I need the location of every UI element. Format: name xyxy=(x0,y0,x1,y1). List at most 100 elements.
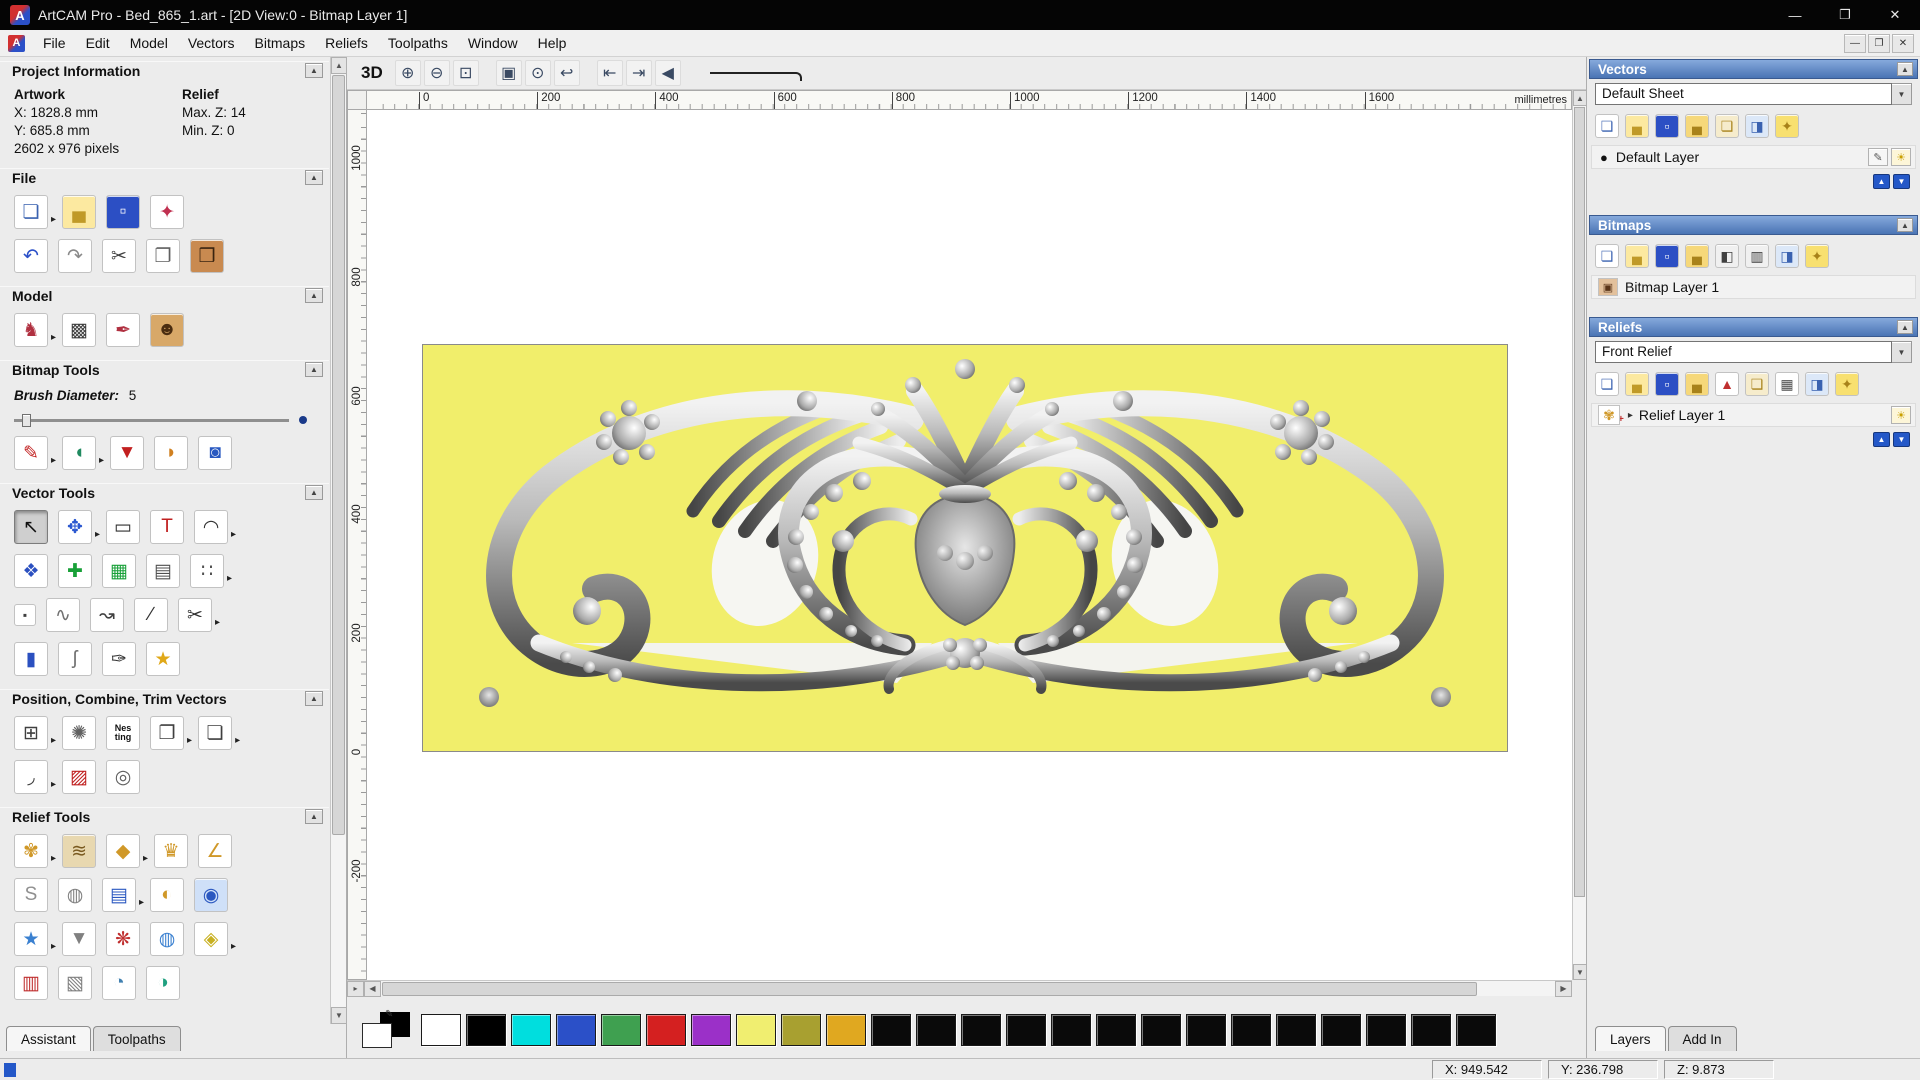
sculpt-model-icon[interactable]: ✒ xyxy=(106,313,141,347)
collapse-button[interactable]: ▲ xyxy=(1897,218,1913,232)
scroll-down-button[interactable]: ▼ xyxy=(1573,964,1587,980)
undo-icon[interactable]: ↶ xyxy=(14,239,48,273)
collapse-button[interactable]: ▲ xyxy=(305,691,323,706)
text-panel-icon[interactable]: ▦ xyxy=(102,554,136,588)
edit-layer-icon[interactable]: ✎ xyxy=(1868,148,1888,166)
scroll-up-button[interactable]: ▲ xyxy=(331,57,347,74)
zoom-out-button[interactable]: ⊖ xyxy=(423,60,450,86)
vector-layer-row[interactable]: ● Default Layer ✎ ☀ xyxy=(1591,145,1916,169)
load-relief-icon[interactable]: ♞ xyxy=(14,313,48,347)
scroll-left-button[interactable]: ◀ xyxy=(364,980,381,997)
angled-plane-icon[interactable]: ∠ xyxy=(198,834,233,868)
palette-swatch-15[interactable] xyxy=(1096,1014,1136,1046)
block-copy-flyout[interactable]: ▸ xyxy=(187,735,192,746)
palette-swatch-20[interactable] xyxy=(1321,1014,1361,1046)
view-3d-button[interactable]: 3D xyxy=(361,63,383,83)
bitmap-contrast-icon[interactable]: ◧ xyxy=(1715,244,1739,268)
paste-icon[interactable]: ❒ xyxy=(190,239,224,273)
menu-bitmaps[interactable]: Bitmaps xyxy=(245,30,316,57)
collapse-button[interactable]: ▲ xyxy=(305,809,323,824)
relief-dropdown[interactable]: Front Relief ▼ xyxy=(1595,341,1912,363)
node-editing-flyout[interactable]: ▸ xyxy=(215,617,220,628)
star-wizard-icon[interactable]: ★ xyxy=(14,922,48,956)
scrollbar-thumb[interactable] xyxy=(382,981,1477,996)
clear-relief-layer-icon[interactable]: ◨ xyxy=(1805,372,1829,396)
save-vector-layer-icon[interactable]: ▫ xyxy=(1655,114,1679,138)
align-vectors-flyout[interactable]: ▸ xyxy=(51,735,56,746)
open-bitmap-file-icon[interactable]: ▄ xyxy=(1625,244,1649,268)
layer-colour-dot[interactable]: ● xyxy=(1600,150,1608,165)
tab-layers[interactable]: Layers xyxy=(1595,1026,1666,1051)
new-model-flyout[interactable]: ▸ xyxy=(51,214,56,225)
vector-wizard-icon[interactable]: ★ xyxy=(146,642,180,676)
circular-copy-icon[interactable]: ✺ xyxy=(62,716,97,750)
new-model-icon[interactable]: ❏ xyxy=(14,195,48,229)
texture-relief-icon[interactable]: ♛ xyxy=(154,834,189,868)
palette-swatch-7[interactable] xyxy=(736,1014,776,1046)
point-tool-icon[interactable]: ▪ xyxy=(14,604,36,626)
weld-vectors-icon[interactable]: ▨ xyxy=(62,760,97,794)
menu-toolpaths[interactable]: Toolpaths xyxy=(378,30,458,57)
palette-swatch-9[interactable] xyxy=(826,1014,866,1046)
merge-bitmap-layers-icon[interactable]: ✦ xyxy=(1805,244,1829,268)
menu-vectors[interactable]: Vectors xyxy=(178,30,245,57)
snap-points-icon[interactable]: ∷ xyxy=(190,554,224,588)
snap-points-flyout[interactable]: ▸ xyxy=(227,573,232,584)
palette-swatch-21[interactable] xyxy=(1366,1014,1406,1046)
palette-swatch-22[interactable] xyxy=(1411,1014,1451,1046)
trim-vectors-flyout[interactable]: ▸ xyxy=(51,779,56,790)
palette-swatch-11[interactable] xyxy=(916,1014,956,1046)
slider-handle[interactable] xyxy=(22,414,31,427)
mdi-close-button[interactable]: ✕ xyxy=(1892,33,1914,53)
relief-sheet-icon[interactable]: ❏ xyxy=(1745,372,1769,396)
align-vectors-icon[interactable]: ⊞ xyxy=(14,716,48,750)
palette-swatch-18[interactable] xyxy=(1231,1014,1271,1046)
import-vectors-icon[interactable]: ▄ xyxy=(1685,114,1709,138)
dropdown-arrow-icon[interactable]: ▼ xyxy=(1892,341,1912,363)
flood-fill-flyout[interactable]: ▸ xyxy=(99,455,104,466)
primary-colour-swatch[interactable] xyxy=(362,1023,392,1048)
palette-swatch-6[interactable] xyxy=(691,1014,731,1046)
bitmap-layer-row[interactable]: ▣ Bitmap Layer 1 xyxy=(1591,275,1916,299)
menu-help[interactable]: Help xyxy=(528,30,577,57)
grid-tool-icon[interactable]: ▤ xyxy=(146,554,180,588)
palette-swatch-8[interactable] xyxy=(781,1014,821,1046)
layer-visibility-icon[interactable]: ☀ xyxy=(1891,406,1911,424)
vector-layer-name[interactable]: Default Layer xyxy=(1616,149,1868,165)
load-relief-flyout[interactable]: ▸ xyxy=(51,332,56,343)
paint-brush-icon[interactable]: ✎ xyxy=(14,436,48,470)
weave-wizard-icon[interactable]: ◍ xyxy=(58,878,92,912)
sculpt-relief-icon[interactable]: S xyxy=(14,878,48,912)
palette-swatch-19[interactable] xyxy=(1276,1014,1316,1046)
dropdown-arrow-icon[interactable]: ▼ xyxy=(1892,83,1912,105)
pan-right-button[interactable]: ⇥ xyxy=(625,60,652,86)
layer-visibility-icon[interactable]: ☀ xyxy=(1891,148,1911,166)
menu-model[interactable]: Model xyxy=(120,30,178,57)
tab-add-in[interactable]: Add In xyxy=(1667,1026,1737,1051)
mirror-relief-icon[interactable]: ◑ xyxy=(146,966,180,1000)
bitmap-adjust-icon[interactable]: ▥ xyxy=(1745,244,1769,268)
minimize-button[interactable]: — xyxy=(1770,0,1820,30)
scale-relief-icon[interactable]: ▧ xyxy=(58,966,92,1000)
cut-icon[interactable]: ✂ xyxy=(102,239,136,273)
create-cylinder-icon[interactable]: ▮ xyxy=(14,642,48,676)
collapse-button[interactable]: ▲ xyxy=(305,63,323,78)
new-relief-layer-icon[interactable]: ❏ xyxy=(1595,372,1619,396)
move-layer-up-button[interactable]: ▲ xyxy=(1873,432,1890,447)
offset-relief-icon[interactable]: ◔ xyxy=(102,966,136,1000)
scroll-up-button[interactable]: ▲ xyxy=(1573,90,1587,106)
create-rectangle-icon[interactable]: ▭ xyxy=(106,510,141,544)
export-vectors-icon[interactable]: ❏ xyxy=(1715,114,1739,138)
nesting-icon[interactable]: Nes ting xyxy=(106,716,141,750)
colour-picker-icon[interactable]: ▼ xyxy=(110,436,145,470)
smooth-relief-icon[interactable]: ≋ xyxy=(62,834,97,868)
pen-tool-icon[interactable]: ✑ xyxy=(102,642,136,676)
face-wizard-icon[interactable]: ☻ xyxy=(150,313,185,347)
relief-layer-row[interactable]: ✾ + ▸ Relief Layer 1 ☀ xyxy=(1591,403,1916,427)
palette-icon[interactable]: ◗ xyxy=(154,436,189,470)
envelope-distort-icon[interactable]: ▼ xyxy=(62,922,97,956)
relief-pyramid-icon[interactable]: ▲ xyxy=(1715,372,1739,396)
measure-tool-icon[interactable]: ◠ xyxy=(194,510,229,544)
palette-swatch-16[interactable] xyxy=(1141,1014,1181,1046)
mdi-restore-button[interactable]: ❐ xyxy=(1868,33,1890,53)
